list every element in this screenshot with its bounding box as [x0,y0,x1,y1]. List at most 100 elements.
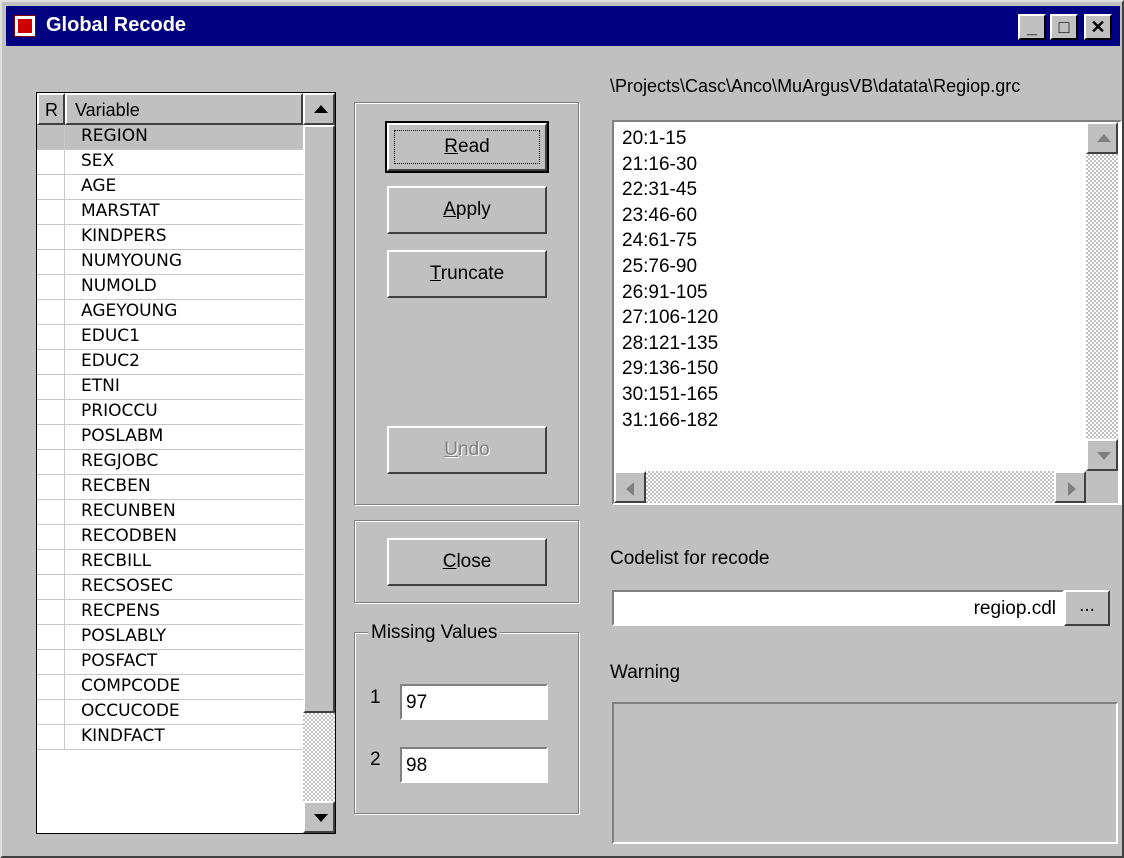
list-item[interactable]: OCCUCODE [37,700,303,725]
missing-value-1-input[interactable]: 97 [400,684,548,720]
recode-vscroll[interactable] [1086,122,1118,471]
warning-box [612,702,1118,844]
close-button[interactable]: Close [387,538,547,586]
browse-button[interactable]: ... [1064,590,1110,626]
variable-name: POSLABLY [81,626,167,646]
recode-line: 26:91-105 [622,281,708,303]
recode-scroll-down[interactable] [1086,439,1118,471]
truncate-button[interactable]: Truncate [387,250,547,298]
truncate-label: runcate [440,263,505,284]
recode-flag-cell [37,475,65,499]
scroll-up-button[interactable] [303,93,335,125]
variable-name: NUMYOUNG [81,251,182,271]
recode-flag-cell [37,200,65,224]
codelist-input[interactable]: regiop.cdl [612,590,1064,626]
recode-flag-cell [37,700,65,724]
list-item[interactable]: SEX [37,150,303,175]
recode-scroll-right[interactable] [1054,471,1086,503]
scroll-corner [1086,471,1118,503]
scroll-thumb[interactable] [303,125,335,713]
recode-scroll-up[interactable] [1086,122,1118,154]
variable-name: MARSTAT [81,201,160,221]
variable-name: REGJOBC [81,451,159,471]
variable-name: POSFACT [81,651,158,671]
variable-name: COMPCODE [81,676,181,696]
recode-htrack[interactable] [646,471,1054,503]
recode-flag-cell [37,600,65,624]
variable-name: RECODBEN [81,526,178,546]
list-item[interactable]: RECBILL [37,550,303,575]
list-item[interactable]: MARSTAT [37,200,303,225]
list-item[interactable]: AGEYOUNG [37,300,303,325]
list-item[interactable]: KINDPERS [37,225,303,250]
scroll-down-button[interactable] [303,801,335,833]
recode-flag-cell [37,400,65,424]
recode-scroll-left[interactable] [614,471,646,503]
list-item[interactable]: COMPCODE [37,675,303,700]
list-item[interactable]: RECBEN [37,475,303,500]
list-item[interactable]: NUMYOUNG [37,250,303,275]
title-bar[interactable]: Global Recode _ □ ✕ [6,6,1120,46]
variable-list[interactable]: R Variable REGION SEX AGE MARSTAT KINDPERS NU… [36,92,336,834]
app-icon [14,15,36,37]
variable-name: REGION [81,126,148,146]
recode-flag-cell [37,325,65,349]
header-r-label: R [45,100,58,120]
list-item[interactable]: POSFACT [37,650,303,675]
file-path: \Projects\Casc\Anco\MuArgusVB\datata\Reg… [610,76,1021,96]
close-window-button[interactable]: ✕ [1084,14,1112,40]
variable-name: RECBEN [81,476,151,496]
truncate-accel: T [429,263,441,284]
variable-name: PRIOCCU [81,401,158,421]
recode-hscroll[interactable] [614,471,1086,503]
list-item[interactable]: RECODBEN [37,525,303,550]
arrow-up-icon [314,105,328,113]
list-item[interactable]: RECUNBEN [37,500,303,525]
recode-flag-cell [37,675,65,699]
recode-vtrack[interactable] [1086,154,1118,439]
recode-line: 31:166-182 [622,409,719,431]
missing-value-2-label: 2 [370,749,381,770]
recode-flag-cell [37,550,65,574]
scroll-track[interactable] [303,713,335,801]
list-scrollbar[interactable] [303,93,335,833]
apply-button[interactable]: Apply [387,186,547,234]
recode-flag-cell [37,625,65,649]
list-item[interactable]: ETNI [37,375,303,400]
list-item[interactable]: REGION [37,125,303,150]
recode-flag-cell [37,350,65,374]
list-item[interactable]: KINDFACT [37,725,303,750]
variable-name: EDUC1 [81,326,140,346]
variable-name: RECPENS [81,601,160,621]
recode-flag-cell [37,300,65,324]
recode-flag-cell [37,175,65,199]
minimize-button[interactable]: _ [1018,14,1046,40]
recode-line: 24:61-75 [622,230,698,252]
list-item[interactable]: EDUC2 [37,350,303,375]
undo-button[interactable]: Undo [387,426,547,474]
recode-line: 29:136-150 [622,358,719,380]
list-item[interactable]: NUMOLD [37,275,303,300]
missing-value-2-text: 98 [406,755,428,776]
list-item[interactable]: AGE [37,175,303,200]
header-r[interactable]: R [37,93,65,125]
missing-value-2-input[interactable]: 98 [400,747,548,783]
recode-flag-cell [37,725,65,749]
list-item[interactable]: RECPENS [37,600,303,625]
read-button[interactable]: Read [385,121,549,173]
list-item[interactable]: POSLABLY [37,625,303,650]
list-item[interactable]: RECSOSEC [37,575,303,600]
recode-flag-cell [37,250,65,274]
arrow-down-icon [1097,452,1111,460]
list-item[interactable]: PRIOCCU [37,400,303,425]
header-variable[interactable]: Variable [65,93,303,125]
list-item[interactable]: POSLABM [37,425,303,450]
list-item[interactable]: EDUC1 [37,325,303,350]
maximize-button[interactable]: □ [1050,14,1078,40]
recode-textarea[interactable]: 20:1-15 21:16-30 22:31-45 23:46-60 24:61-75 2… [612,120,1122,505]
close-accel: C [442,551,457,572]
focus-rect [394,130,540,164]
arrow-down-icon [314,814,328,822]
list-header: R Variable [37,93,303,125]
list-item[interactable]: REGJOBC [37,450,303,475]
